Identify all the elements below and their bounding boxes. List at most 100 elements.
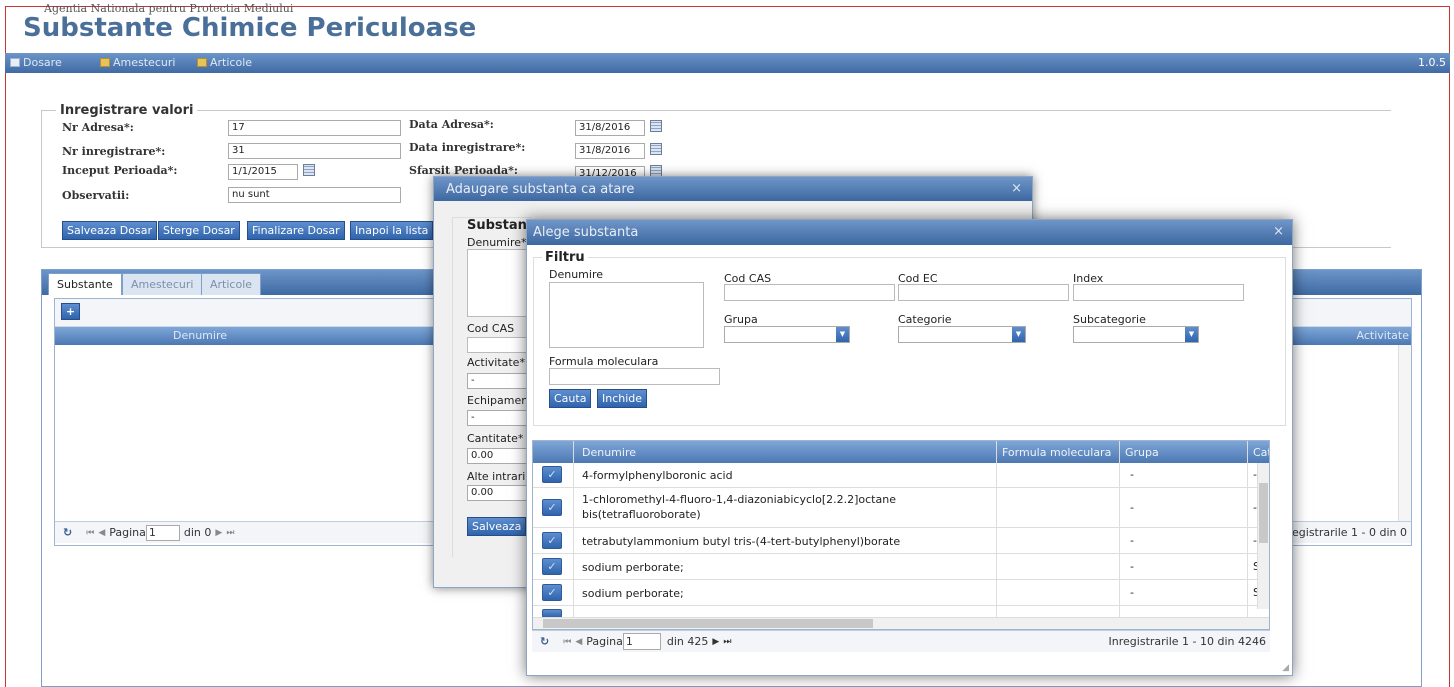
observatii-field[interactable]: nu sunt <box>228 187 401 203</box>
dialog-header: Alege substanta × <box>527 220 1292 245</box>
select-row-icon[interactable]: ✓ <box>542 558 562 575</box>
filter-formula-field[interactable] <box>549 368 720 385</box>
row-grupa: - <box>1130 501 1134 514</box>
row-denumire: 4-formylphenylboronic acid <box>582 469 733 482</box>
row-denumire-line2: bis(tetrafluoroborate) <box>582 508 701 521</box>
results-vertical-scrollbar[interactable] <box>1257 463 1269 609</box>
filter-index-field[interactable] <box>1073 284 1244 301</box>
first-page-icon[interactable]: ⏮ <box>86 528 94 538</box>
row-grupa: - <box>1130 586 1134 599</box>
prev-page-icon[interactable]: ◀ <box>98 528 105 538</box>
select-row-icon[interactable]: ✓ <box>542 584 562 601</box>
pagina-label: Pagina <box>586 635 623 648</box>
table-row[interactable]: ✓ 1-chloromethyl-4-fluoro-1,4-diazoniabi… <box>533 488 1269 528</box>
filter-grupa-select[interactable]: ▼ <box>724 326 850 343</box>
add-button[interactable]: + <box>61 303 80 320</box>
nr-adresa-field[interactable]: 17 <box>228 120 401 136</box>
col-formula[interactable]: Formula moleculara <box>1002 446 1111 459</box>
table-row[interactable]: ✓ 4-formylphenylboronic acid - - <box>533 463 1269 488</box>
dialog-header: Adaugare substanta ca atare × <box>434 177 1032 201</box>
tab-articole[interactable]: Articole <box>201 273 262 295</box>
results-header: Denumire Formula moleculara Grupa Cat <box>533 441 1269 463</box>
dialog-title: Alege substanta <box>533 225 639 240</box>
nr-adresa-label: Nr Adresa*: <box>62 121 134 134</box>
document-icon <box>10 58 20 67</box>
observatii-label: Observatii: <box>62 189 130 202</box>
folder-icon <box>197 58 207 67</box>
close-icon[interactable]: × <box>1011 181 1022 196</box>
filter-cod-cas-field[interactable] <box>724 284 895 301</box>
scroll-thumb[interactable] <box>1259 483 1268 543</box>
page-input[interactable]: 1 <box>145 524 180 541</box>
nr-inregistrare-label: Nr inregistrare*: <box>62 145 166 158</box>
records-info: Inregistrarile 1 - 10 din 4246 <box>1108 635 1266 648</box>
tab-substante[interactable]: Substante <box>48 273 122 295</box>
filter-formula-label: Formula moleculara <box>549 355 659 368</box>
save-dosar-button[interactable]: Salveaza Dosar <box>62 221 158 240</box>
row-grupa: - <box>1130 560 1134 573</box>
choose-substance-dialog: Alege substanta × Filtru Denumire Cod CA… <box>526 219 1293 676</box>
registration-legend: Inregistrare valori <box>60 103 194 118</box>
nr-inregistrare-field[interactable]: 31 <box>228 143 401 159</box>
chevron-down-icon: ▼ <box>1012 327 1025 342</box>
results-horizontal-scrollbar[interactable] <box>533 617 1269 629</box>
table-row[interactable]: ✓ tetrabutylammonium butyl tris-(4-tert-… <box>533 528 1269 554</box>
select-row-icon[interactable]: ✓ <box>542 532 562 549</box>
resize-grip-icon[interactable]: ◢ <box>1282 663 1289 673</box>
inceput-perioada-field[interactable]: 1/1/2015 <box>228 164 298 180</box>
back-to-list-button[interactable]: Inapoi la lista <box>350 221 434 240</box>
filter-categorie-select[interactable]: ▼ <box>898 326 1026 343</box>
results-pager: ↻ ⏮ ◀ Pagina 1 din 425 ▶ ⏭ Inregistraril… <box>532 630 1270 652</box>
delete-dosar-button[interactable]: Sterge Dosar <box>158 221 240 240</box>
filter-subcategorie-select[interactable]: ▼ <box>1073 326 1199 343</box>
select-row-icon[interactable]: ✓ <box>542 466 562 483</box>
chevron-down-icon: ▼ <box>836 327 849 342</box>
folder-icon <box>100 58 110 67</box>
filter-cod-ec-field[interactable] <box>898 284 1069 301</box>
filter-categorie-label: Categorie <box>898 313 952 326</box>
close-filter-button[interactable]: Inchide <box>597 389 648 408</box>
row-denumire-line1: 1-chloromethyl-4-fluoro-1,4-diazoniabicy… <box>582 493 896 506</box>
dialog-title: Adaugare substanta ca atare <box>446 182 635 197</box>
menu-amestecuri[interactable]: Amestecuri <box>100 56 175 69</box>
calendar-icon[interactable] <box>650 120 662 132</box>
echipament-label: Echipamen <box>467 394 529 407</box>
col-grupa[interactable]: Grupa <box>1125 446 1159 459</box>
substance-legend: Substant <box>467 218 534 233</box>
prev-page-icon[interactable]: ◀ <box>575 637 582 647</box>
table-row[interactable]: ✓ sodium perborate; - SVH <box>533 580 1269 606</box>
data-adresa-field[interactable]: 31/8/2016 <box>575 120 645 136</box>
table-row[interactable]: ✓ sodium perborate; - SVH <box>533 554 1269 580</box>
first-page-icon[interactable]: ⏮ <box>563 637 571 647</box>
filter-subcategorie-label: Subcategorie <box>1073 313 1146 326</box>
col-denumire[interactable]: Denumire <box>582 446 636 459</box>
col-denumire[interactable]: Denumire <box>173 327 227 345</box>
page-input[interactable]: 1 <box>622 633 661 650</box>
select-row-icon[interactable]: ✓ <box>542 499 562 516</box>
row-denumire: sodium perborate; <box>582 587 684 600</box>
scroll-thumb[interactable] <box>543 619 873 628</box>
calendar-icon[interactable] <box>650 143 662 155</box>
last-page-icon[interactable]: ⏭ <box>723 637 731 647</box>
close-icon[interactable]: × <box>1273 224 1284 239</box>
save-substance-button[interactable]: Salveaza <box>467 517 527 536</box>
next-page-icon[interactable]: ▶ <box>712 637 719 647</box>
menu-articole[interactable]: Articole <box>197 56 252 69</box>
menu-articole-label: Articole <box>210 56 253 69</box>
search-button[interactable]: Cauta <box>549 389 592 408</box>
grid-scrollbar[interactable] <box>1398 345 1411 521</box>
refresh-icon[interactable]: ↻ <box>540 635 549 648</box>
last-page-icon[interactable]: ⏭ <box>226 528 234 538</box>
finalize-dosar-button[interactable]: Finalizare Dosar <box>247 221 345 240</box>
filter-denumire-field[interactable] <box>549 282 704 348</box>
next-page-icon[interactable]: ▶ <box>215 528 222 538</box>
data-inregistrare-field[interactable]: 31/8/2016 <box>575 143 645 159</box>
cod-cas-label: Cod CAS <box>467 322 515 335</box>
calendar-icon[interactable] <box>303 164 315 176</box>
refresh-icon[interactable]: ↻ <box>63 526 72 539</box>
col-activitate[interactable]: Activitate <box>1357 327 1409 345</box>
page-count: din 0 <box>183 526 212 539</box>
tab-amestecuri[interactable]: Amestecuri <box>122 273 203 295</box>
col-categorie[interactable]: Cat <box>1253 446 1269 459</box>
menu-dosare[interactable]: Dosare <box>10 56 62 69</box>
